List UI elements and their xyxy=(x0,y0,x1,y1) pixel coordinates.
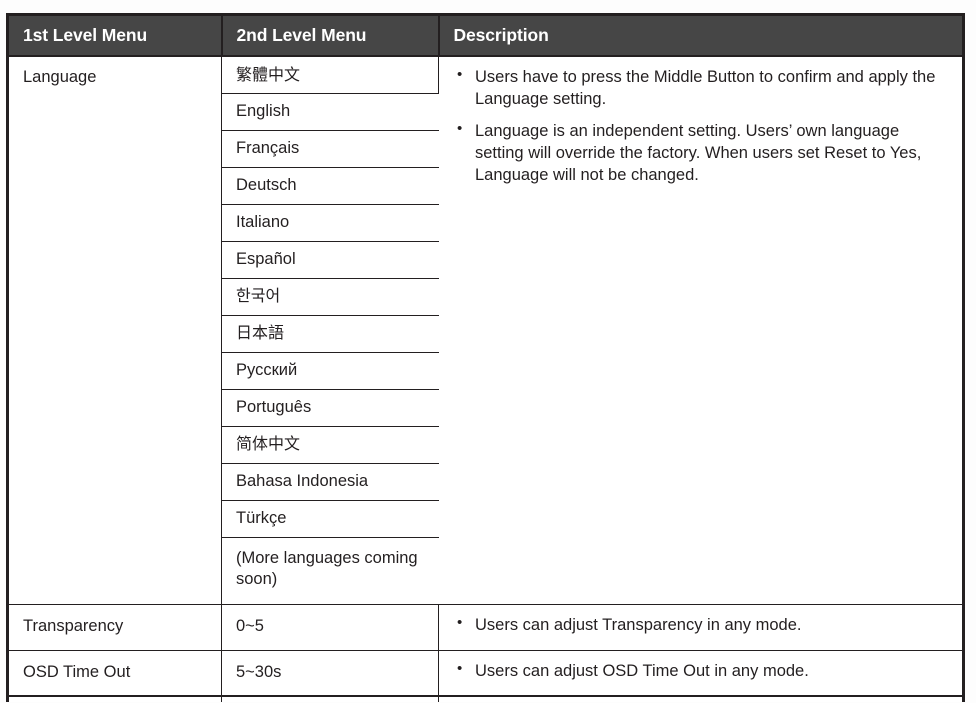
cell-language-option: Português xyxy=(221,388,439,426)
cell-menu2-osd-time-out-range: 5~30s xyxy=(221,649,439,696)
cell-language-option: Español xyxy=(221,240,439,278)
table-row-partial-clipped xyxy=(7,695,964,702)
list-item: Users have to press the Middle Button to… xyxy=(453,65,950,110)
cell-language-option: Türkçe xyxy=(221,499,439,537)
cell-language-option: Français xyxy=(221,129,439,167)
table-row: Transparency 0~5 Users can adjust Transp… xyxy=(7,603,964,650)
osd-menu-spec-table-wrapper: 1st Level Menu 2nd Level Menu Descriptio… xyxy=(6,13,965,702)
cell-menu2-transparency-range: 0~5 xyxy=(221,603,439,650)
cell-menu1-osd-time-out: OSD Time Out xyxy=(7,649,222,696)
cell-language-option: 繁體中文 xyxy=(221,55,439,93)
cell-language-option: Русский xyxy=(221,351,439,389)
list-item: Language is an independent setting. User… xyxy=(453,119,950,186)
cell-menu1-language: Language xyxy=(7,55,222,604)
cell-partial xyxy=(221,695,439,702)
description-bullet-list: Users have to press the Middle Button to… xyxy=(453,65,950,187)
table-row: OSD Time Out 5~30s Users can adjust OSD … xyxy=(7,649,964,696)
cell-menu1-transparency: Transparency xyxy=(7,603,222,650)
cell-language-option: Italiano xyxy=(221,203,439,241)
table-row: Language 繁體中文 Users have to press the Mi… xyxy=(7,55,964,604)
list-item: Users can adjust Transparency in any mod… xyxy=(453,612,950,636)
column-header-2nd-level-menu: 2nd Level Menu xyxy=(221,14,440,56)
cell-language-option: 한국어 xyxy=(221,277,439,315)
cell-description-language: Users have to press the Middle Button to… xyxy=(438,55,964,604)
column-header-1st-level-menu: 1st Level Menu xyxy=(7,14,223,56)
document-page: 1st Level Menu 2nd Level Menu Descriptio… xyxy=(0,0,976,703)
header-row: 1st Level Menu 2nd Level Menu Descriptio… xyxy=(7,14,964,56)
cell-language-option: English xyxy=(221,92,439,130)
cell-description-osd-time-out: Users can adjust OSD Time Out in any mod… xyxy=(438,649,964,696)
cell-description-transparency: Users can adjust Transparency in any mod… xyxy=(438,603,964,650)
column-header-description: Description xyxy=(438,14,964,56)
cell-partial xyxy=(7,695,222,702)
table-body: Language 繁體中文 Users have to press the Mi… xyxy=(7,55,964,702)
description-bullet-list: Users can adjust Transparency in any mod… xyxy=(453,612,950,636)
cell-language-option: 简体中文 xyxy=(221,425,439,463)
cell-language-option-more: (More languages coming soon) xyxy=(221,536,439,604)
description-bullet-list: Users can adjust OSD Time Out in any mod… xyxy=(453,658,950,682)
cell-language-option: Bahasa Indonesia xyxy=(221,462,439,500)
list-item: Users can adjust OSD Time Out in any mod… xyxy=(453,658,950,682)
cell-partial xyxy=(438,695,964,702)
osd-menu-spec-table: 1st Level Menu 2nd Level Menu Descriptio… xyxy=(6,13,965,702)
table-header: 1st Level Menu 2nd Level Menu Descriptio… xyxy=(7,14,964,56)
cell-language-option: 日本語 xyxy=(221,314,439,352)
cell-language-option: Deutsch xyxy=(221,166,439,204)
